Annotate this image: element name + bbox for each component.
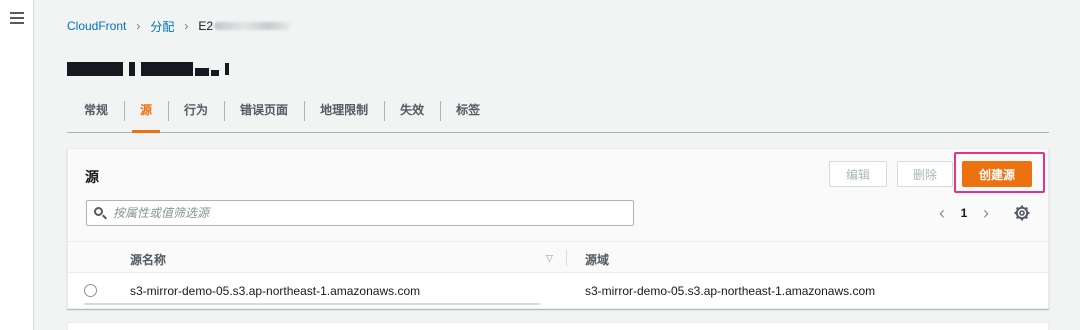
- tab-geo-restrictions[interactable]: 地理限制: [304, 95, 384, 131]
- next-panel: [67, 322, 1049, 330]
- search-icon: [93, 206, 107, 220]
- redacted-distribution-id: [214, 22, 291, 30]
- origin-domain-cell: s3-mirror-demo-05.s3.ap-northeast-1.amaz…: [585, 284, 876, 298]
- tab-tags[interactable]: 标签: [440, 95, 496, 131]
- menu-icon[interactable]: [10, 12, 24, 24]
- main-content: CloudFront › 分配 › E2 常规 源 行为 错误页面 地理限制 失…: [67, 0, 1049, 330]
- page-title-redacted: [67, 58, 229, 80]
- tab-general[interactable]: 常规: [67, 95, 124, 131]
- side-navigation: [0, 0, 34, 330]
- table-row[interactable]: s3-mirror-demo-05.s3.ap-northeast-1.amaz…: [68, 273, 1048, 309]
- table-header: 源名称 ▽ 源域: [68, 241, 1048, 273]
- origin-name-cell: s3-mirror-demo-05.s3.ap-northeast-1.amaz…: [130, 284, 421, 298]
- breadcrumb-distributions[interactable]: 分配: [150, 18, 174, 35]
- panel-title: 源: [85, 169, 99, 185]
- pagination: ‹ 1 ›: [934, 202, 994, 224]
- tab-behaviors[interactable]: 行为: [168, 95, 224, 131]
- chevron-right-icon: ›: [184, 19, 189, 33]
- tab-error-pages[interactable]: 错误页面: [224, 95, 304, 131]
- origins-table: 源名称 ▽ 源域 s3-mirror-demo-05.s3.ap-northea…: [68, 241, 1048, 309]
- breadcrumb-current: E2: [198, 19, 214, 33]
- column-header-origin-name[interactable]: 源名称: [130, 251, 166, 268]
- horizontal-scrollbar[interactable]: [84, 303, 540, 305]
- chevron-left-icon[interactable]: ‹: [934, 203, 950, 224]
- page-number[interactable]: 1: [950, 206, 978, 220]
- settings-icon[interactable]: [1014, 205, 1030, 221]
- create-origin-button[interactable]: 创建源: [962, 161, 1032, 187]
- tab-origins[interactable]: 源: [124, 95, 168, 133]
- column-divider[interactable]: [566, 250, 567, 266]
- delete-button[interactable]: 删除: [897, 161, 953, 187]
- filter-search: [86, 200, 634, 226]
- column-header-origin-domain[interactable]: 源域: [585, 251, 609, 268]
- tab-invalidations[interactable]: 失效: [384, 95, 440, 131]
- chevron-right-icon: ›: [136, 19, 141, 33]
- panel-header: 源 编辑 删除 创建源 ‹ 1 ›: [68, 149, 1048, 241]
- edit-button[interactable]: 编辑: [829, 161, 887, 187]
- breadcrumb: CloudFront › 分配 › E2: [67, 18, 291, 35]
- chevron-right-icon[interactable]: ›: [978, 203, 994, 224]
- row-select-radio[interactable]: [84, 284, 97, 297]
- search-input[interactable]: [113, 206, 613, 220]
- tab-bar: 常规 源 行为 错误页面 地理限制 失效 标签: [67, 95, 1049, 133]
- origins-panel: 源 编辑 删除 创建源 ‹ 1 ›: [67, 148, 1049, 309]
- sort-down-icon[interactable]: ▽: [546, 253, 553, 264]
- breadcrumb-cloudfront[interactable]: CloudFront: [67, 19, 126, 33]
